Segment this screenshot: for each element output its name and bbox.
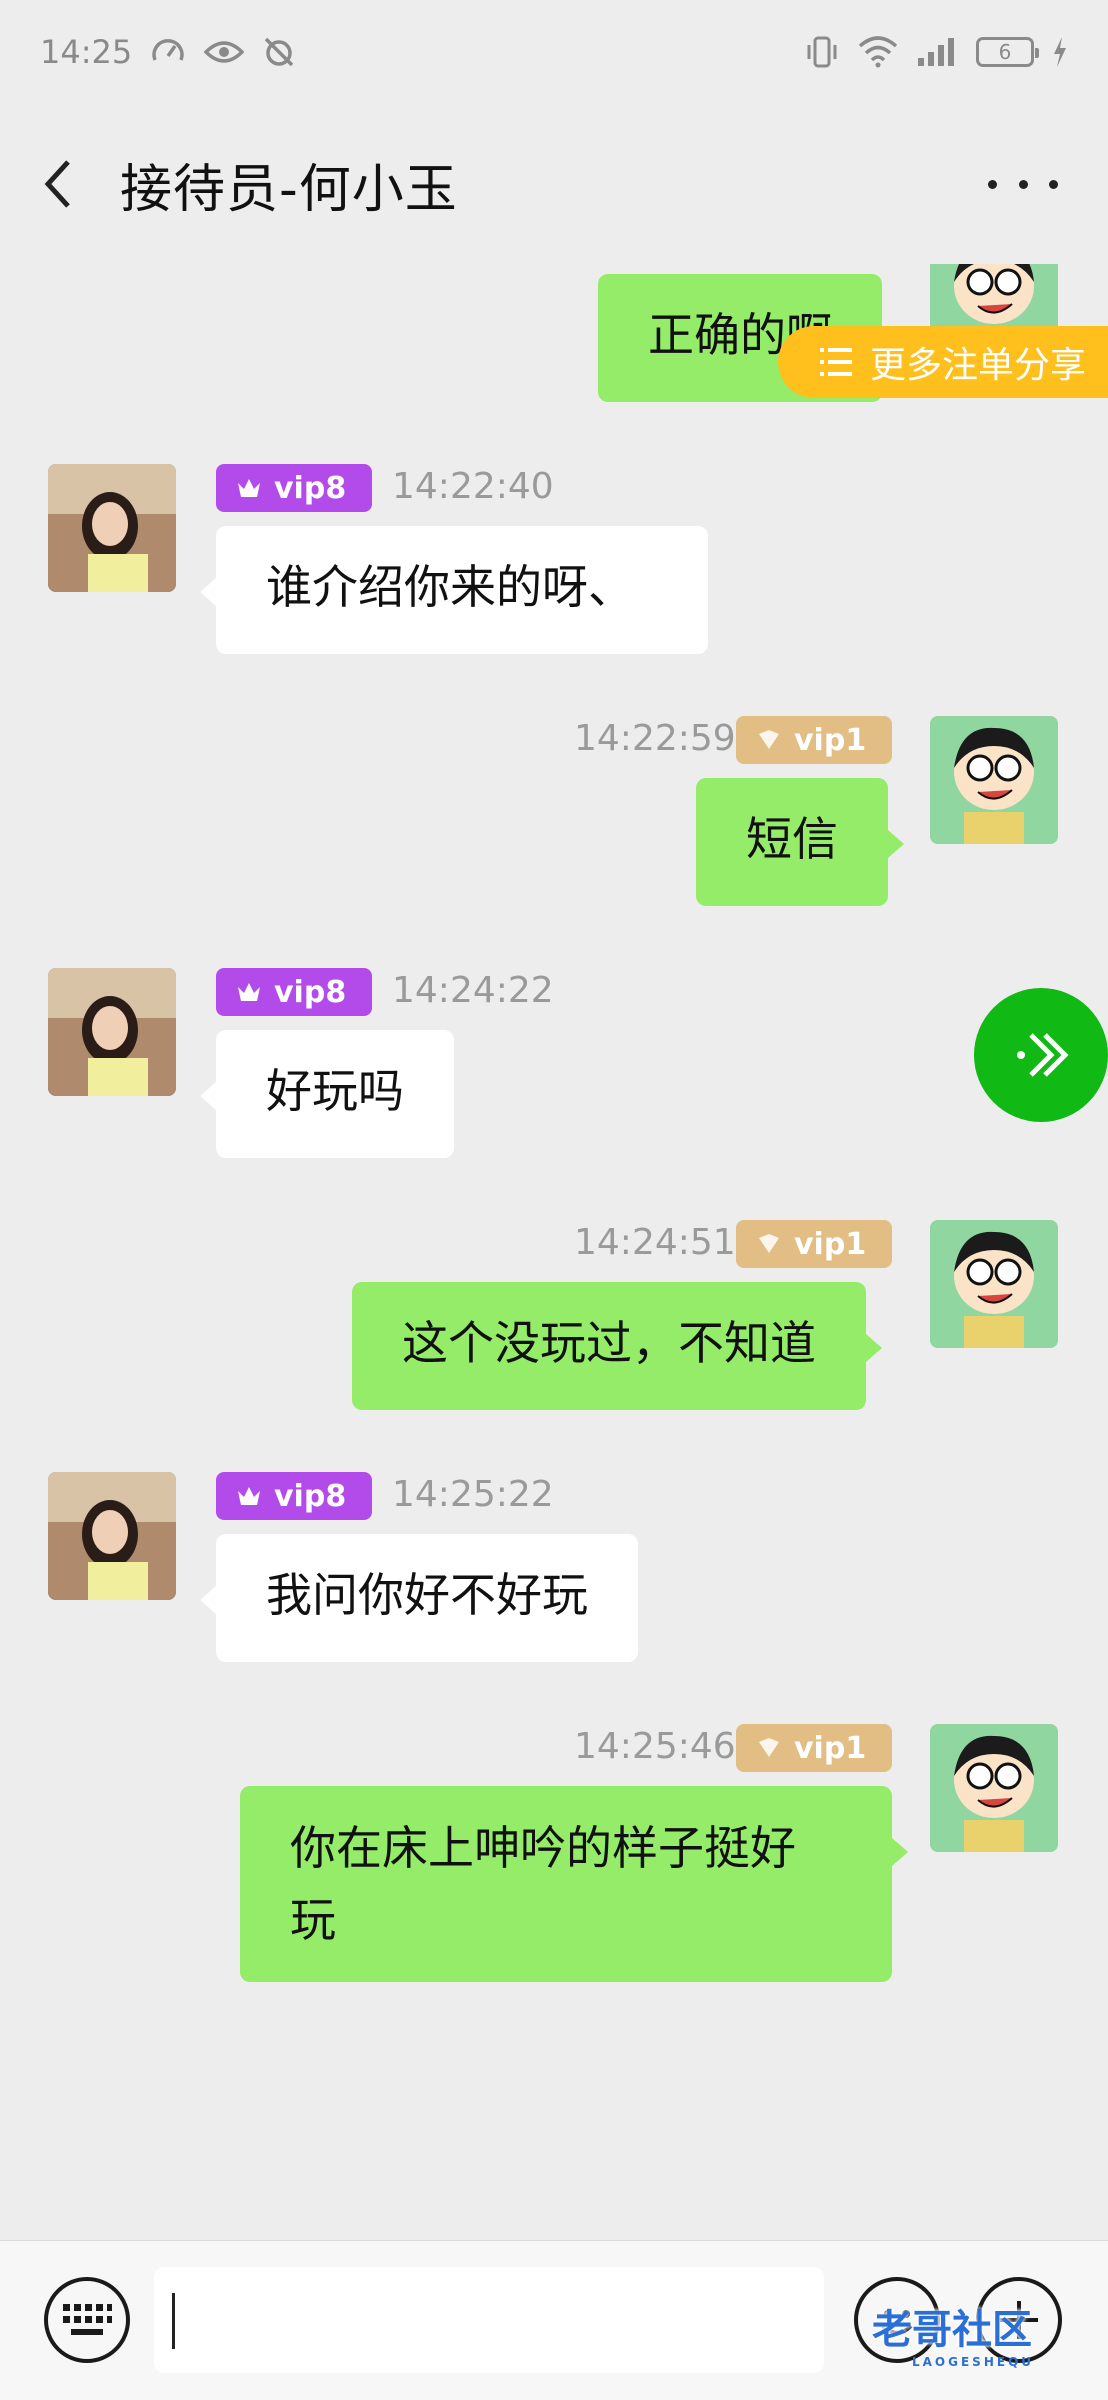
vip-badge-label: vip1	[794, 1730, 867, 1766]
signal-icon	[916, 36, 958, 68]
message-timestamp: 14:22:59	[574, 718, 736, 759]
vip-badge: vip8	[216, 968, 372, 1016]
share-pill-label: 更多注单分享	[870, 345, 1087, 386]
message-bubble-self[interactable]: 短信	[696, 778, 904, 906]
chevron-left-icon	[44, 160, 70, 208]
vip-badge: vip1	[736, 1220, 892, 1268]
message-timestamp: 14:24:51	[574, 1222, 736, 1263]
list-icon	[820, 348, 852, 376]
status-left: 14:25	[40, 33, 296, 71]
wifi-icon	[858, 36, 898, 68]
vip-badge-label: vip8	[274, 1478, 347, 1514]
status-right: 6	[804, 35, 1068, 69]
vip-badge-label: vip1	[794, 1226, 867, 1262]
message-text-line: 玩	[290, 1893, 336, 1947]
more-options-button[interactable]	[988, 154, 1058, 214]
avatar-self[interactable]	[930, 1724, 1058, 1852]
vip-shield-icon	[759, 1234, 779, 1253]
message-list[interactable]: 正确的啊 vip8 14:22:40 谁介绍你来的呀、 14:22:59 vip…	[0, 264, 1108, 2240]
battery-level: 6	[998, 40, 1012, 64]
vip-badge-label: vip8	[274, 974, 347, 1010]
message-input[interactable]	[154, 2267, 824, 2373]
avatar-contact[interactable]	[48, 1472, 176, 1600]
vip-crown-icon	[238, 479, 260, 497]
alarm-off-icon	[262, 35, 296, 69]
vip-badge-label: vip8	[274, 470, 347, 506]
message-timestamp: 14:24:22	[392, 970, 554, 1011]
text-caret	[172, 2293, 175, 2349]
vibrate-icon	[804, 35, 840, 69]
more-dot	[1018, 179, 1028, 189]
message-text-line: 你在床上呻吟的样子挺好	[290, 1821, 796, 1875]
vip-crown-icon	[238, 983, 260, 1001]
back-button[interactable]	[40, 154, 90, 214]
vip-badge-label: vip1	[794, 722, 867, 758]
vip-badge: vip8	[216, 464, 372, 512]
message-bubble-self[interactable]: 你在床上呻吟的样子挺好 玩	[240, 1786, 908, 1982]
watermark-subtext: LAOGESHEQU	[912, 2355, 1035, 2369]
vip-badge: vip8	[216, 1472, 372, 1520]
message-timestamp: 14:22:40	[392, 466, 554, 507]
keyboard-toggle-button[interactable]	[44, 2277, 130, 2363]
more-dot	[988, 179, 997, 189]
more-bets-share-button[interactable]: 更多注单分享	[778, 326, 1108, 398]
more-dot	[1049, 179, 1058, 189]
watermark-text: 老哥社区	[872, 2307, 1032, 2353]
double-chevron-right-icon	[1017, 1033, 1069, 1077]
vip-badge: vip1	[736, 716, 892, 764]
status-time: 14:25	[40, 33, 133, 71]
vip-badge: vip1	[736, 1724, 892, 1772]
avatar-contact[interactable]	[48, 464, 176, 592]
message-bubble-self[interactable]: 这个没玩过，不知道	[352, 1282, 882, 1410]
message-timestamp: 14:25:46	[574, 1726, 736, 1767]
chat-title: 接待员-何小玉	[120, 159, 458, 220]
message-timestamp: 14:25:22	[392, 1474, 554, 1515]
floating-action-button[interactable]	[974, 988, 1108, 1122]
message-bubble-contact[interactable]: 谁介绍你来的呀、	[200, 526, 708, 654]
battery-icon: 6	[976, 37, 1039, 67]
status-bar: 14:25 6	[0, 0, 1108, 104]
eye-icon	[204, 37, 245, 67]
chat-header: 接待员-何小玉	[0, 104, 1108, 264]
vip-crown-icon	[238, 1487, 260, 1505]
watermark: 老哥社区 LAOGESHEQU	[872, 2297, 1034, 2369]
message-bubble-contact[interactable]: 好玩吗	[200, 1030, 454, 1158]
speedometer-icon	[150, 34, 186, 70]
avatar-contact[interactable]	[48, 968, 176, 1096]
charging-icon	[1052, 36, 1068, 68]
vip-shield-icon	[759, 730, 779, 749]
avatar-self[interactable]	[930, 716, 1058, 844]
avatar-self[interactable]	[930, 1220, 1058, 1348]
message-bubble-contact[interactable]: 我问你好不好玩	[200, 1534, 638, 1662]
keyboard-icon	[63, 2304, 112, 2335]
vip-shield-icon	[759, 1738, 779, 1757]
input-bar: 老哥社区 LAOGESHEQU	[0, 2240, 1108, 2400]
